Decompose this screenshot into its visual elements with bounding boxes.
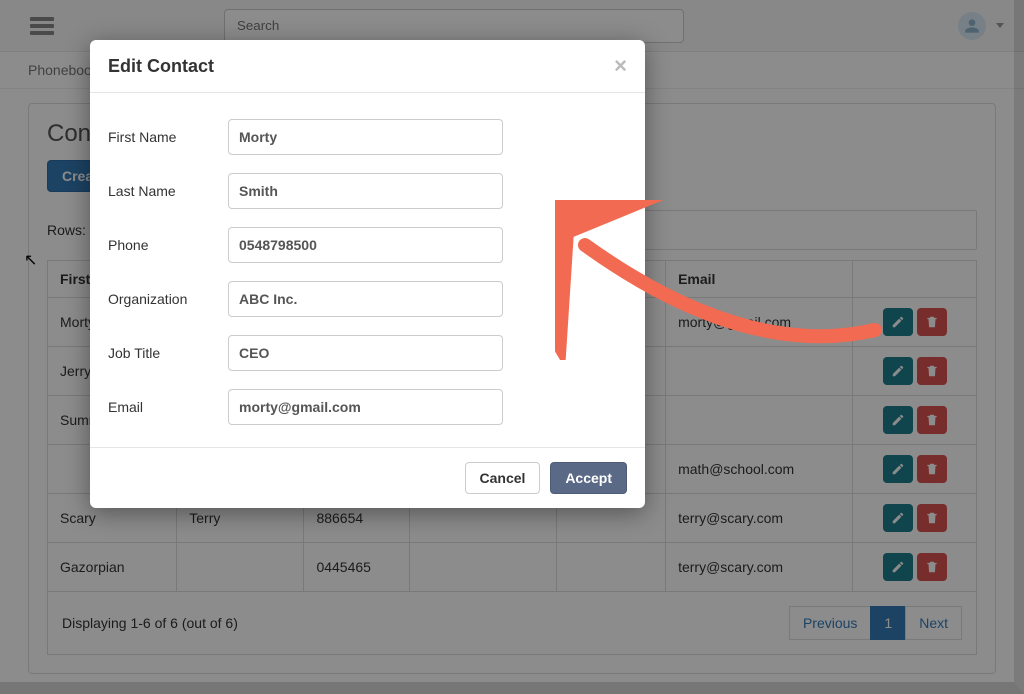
close-icon[interactable]: ×	[614, 55, 627, 77]
accept-button[interactable]: Accept	[550, 462, 627, 494]
email-field[interactable]	[228, 389, 503, 425]
first-name-field[interactable]	[228, 119, 503, 155]
label-first-name: First Name	[108, 129, 228, 145]
modal-title: Edit Contact	[108, 56, 214, 77]
label-email: Email	[108, 399, 228, 415]
label-organization: Organization	[108, 291, 228, 307]
annotation-arrow	[555, 200, 895, 360]
label-job-title: Job Title	[108, 345, 228, 361]
label-last-name: Last Name	[108, 183, 228, 199]
label-phone: Phone	[108, 237, 228, 253]
cursor-icon: ↖	[24, 250, 37, 270]
organization-field[interactable]	[228, 281, 503, 317]
job-title-field[interactable]	[228, 335, 503, 371]
last-name-field[interactable]	[228, 173, 503, 209]
phone-field[interactable]	[228, 227, 503, 263]
cancel-button[interactable]: Cancel	[465, 462, 541, 494]
